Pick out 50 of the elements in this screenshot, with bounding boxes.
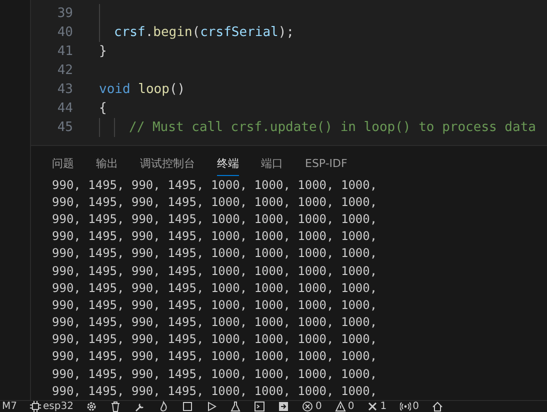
chip-icon[interactable]	[30, 401, 41, 412]
line-number: 42	[56, 62, 73, 80]
panel-tab[interactable]: 终端	[217, 154, 239, 176]
trash-icon[interactable]	[110, 401, 122, 412]
code-line: {	[99, 100, 107, 118]
terminal-line: 990, 1495, 990, 1495, 1000, 1000, 1000, 1000,	[52, 348, 378, 366]
warning-icon[interactable]	[334, 401, 346, 412]
gear-icon[interactable]	[86, 401, 98, 412]
status-text[interactable]: 0	[412, 401, 419, 412]
status-text[interactable]: 0	[348, 401, 354, 412]
terminal-line: 990, 1495, 990, 1495, 1000, 1000, 1000, 1000,	[52, 280, 378, 297]
terminal-line: 990, 1495, 990, 1495, 1000, 1000, 1000, 1000,	[52, 382, 378, 400]
status-text[interactable]: M7	[2, 401, 17, 412]
panel-tab[interactable]: 问题	[52, 154, 74, 176]
terminal-line: 990, 1495, 990, 1495, 1000, 1000, 1000, 1000,	[52, 194, 378, 211]
terminal-line: 990, 1495, 990, 1495, 1000, 1000, 1000, 1000,	[52, 210, 378, 228]
terminal-line: 990, 1495, 990, 1495, 1000, 1000, 1000, 1000,	[52, 296, 378, 314]
error-icon[interactable]	[302, 401, 314, 412]
line-number: 40	[56, 24, 73, 42]
panel-tab[interactable]: 调试控制台	[140, 154, 195, 176]
signal-icon[interactable]	[400, 401, 411, 412]
terminal-line: 990, 1495, 990, 1495, 1000, 1000, 1000, 1000,	[52, 245, 378, 262]
code-line: crsf.begin(crsfSerial);	[114, 24, 294, 42]
terminal-line: 990, 1495, 990, 1495, 1000, 1000, 1000, 1000,	[52, 314, 378, 332]
code-line: }	[99, 43, 107, 61]
terminal-icon[interactable]	[254, 401, 266, 412]
line-number: 41	[56, 43, 73, 61]
play-icon[interactable]	[206, 401, 218, 412]
status-text[interactable]: 0	[315, 401, 322, 412]
terminal-line: 990, 1495, 990, 1495, 1000, 1000, 1000, 1000,	[52, 228, 378, 246]
square-icon[interactable]	[182, 401, 194, 412]
arrow-box-icon[interactable]	[278, 401, 290, 412]
panel-tab[interactable]: ESP-IDF	[305, 154, 348, 176]
code-line: void loop()	[99, 81, 186, 99]
panel-tab[interactable]: 输出	[96, 154, 118, 176]
line-number: 39	[56, 5, 73, 23]
wrench-icon[interactable]	[134, 401, 146, 412]
code-line: // Must call crsf.update() in loop() to process data	[129, 119, 536, 137]
line-number: 44	[56, 100, 73, 118]
flask-icon[interactable]	[230, 401, 242, 412]
terminal-line: 990, 1495, 990, 1495, 1000, 1000, 1000, 1000,	[52, 262, 378, 280]
line-number: 45	[56, 119, 73, 137]
status-text[interactable]: 1	[380, 401, 387, 412]
terminal-line: 990, 1495, 990, 1495, 1000, 1000, 1000, 1000,	[52, 366, 378, 383]
line-number: 43	[56, 81, 73, 99]
panel-tab[interactable]: 端口	[261, 154, 283, 176]
terminal-line: 990, 1495, 990, 1495, 1000, 1000, 1000, 1000,	[52, 176, 378, 194]
home-icon[interactable]	[432, 401, 443, 412]
terminal-line: 990, 1495, 990, 1495, 1000, 1000, 1000, 1000,	[52, 331, 378, 348]
status-text[interactable]: esp32	[43, 401, 74, 412]
